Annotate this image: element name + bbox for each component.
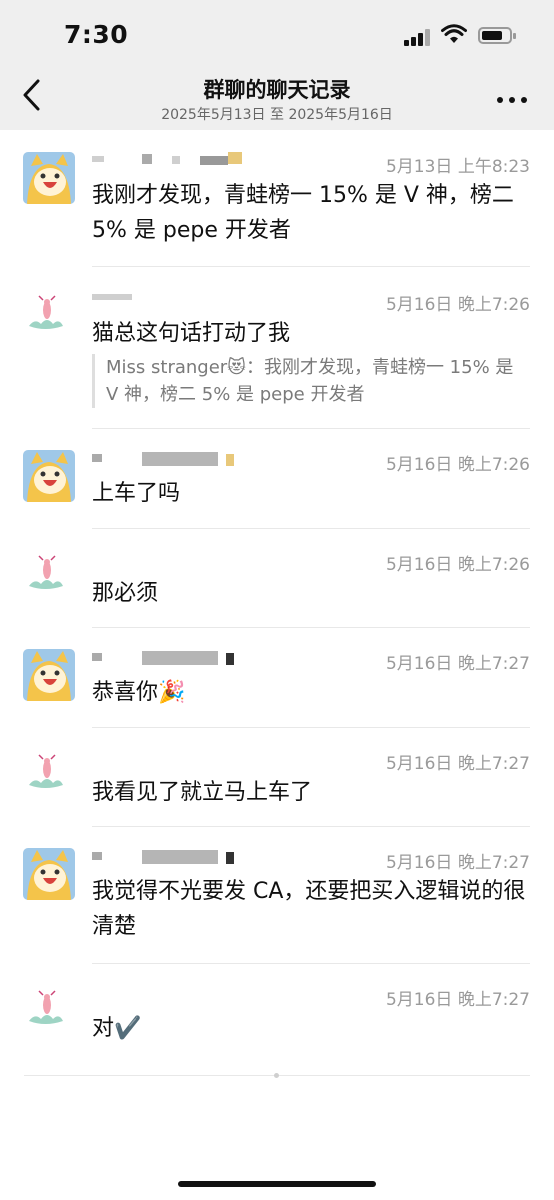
shrimp-cloud-avatar[interactable] [25, 989, 65, 1029]
message-item[interactable]: 5月16日 晚上7:26 上车了吗 [0, 446, 554, 526]
message-item[interactable]: 5月16日 晚上7:26 那必须 [0, 546, 554, 626]
chevron-left-icon [23, 79, 40, 111]
message-timestamp: 5月13日 上午8:23 [385, 157, 530, 177]
message-text: 我看见了就立马上车了 [92, 780, 313, 805]
cartoon-cat-avatar[interactable] [23, 848, 75, 900]
more-button[interactable] [495, 94, 529, 106]
status-bar: 7:30 [0, 0, 554, 72]
message-timestamp: 5月16日 晚上7:26 [385, 295, 530, 315]
shrimp-cloud-avatar[interactable] [25, 753, 65, 793]
battery-icon [478, 27, 516, 44]
shrimp-cloud-avatar[interactable] [25, 294, 65, 334]
message-text: 我觉得不光要发 CA，还要把买入逻辑说的很清楚 [92, 879, 526, 939]
message-timestamp: 5月16日 晚上7:27 [385, 654, 530, 674]
sender-name-redacted [92, 649, 252, 665]
end-marker [274, 1073, 279, 1078]
back-button[interactable] [20, 78, 60, 122]
message-text: 上车了吗 [92, 481, 181, 506]
more-dots-icon [497, 97, 503, 103]
message-item[interactable]: 5月16日 晚上7:27 我看见了就立马上车了 [0, 745, 554, 825]
message-item[interactable]: 5月13日 上午8:23 我刚才发现，青蛙榜一 15% 是 V 神，榜二 5% … [0, 148, 554, 268]
signal-icon [404, 28, 434, 46]
quoted-message[interactable]: Miss stranger😻：我刚才发现，青蛙榜一 15% 是 V 神，榜二 5… [92, 354, 522, 408]
sender-name-redacted [92, 290, 252, 304]
nav-bar: 群聊的聊天记录 2025年5月13日 至 2025年5月16日 [0, 72, 554, 130]
message-text: 猫总这句话打动了我 [92, 321, 291, 346]
home-indicator[interactable] [178, 1181, 376, 1187]
divider [92, 266, 530, 267]
status-time: 7:30 [64, 20, 129, 49]
divider [92, 826, 530, 827]
message-text: 恭喜你🎉 [92, 680, 186, 705]
divider [92, 627, 530, 628]
cartoon-cat-avatar[interactable] [23, 152, 75, 204]
shrimp-cloud-avatar[interactable] [25, 554, 65, 594]
message-text: 那必须 [92, 581, 159, 606]
cartoon-cat-avatar[interactable] [23, 649, 75, 701]
message-timestamp: 5月16日 晚上7:27 [385, 990, 530, 1010]
divider [92, 963, 530, 964]
message-text: 我刚才发现，青蛙榜一 15% 是 V 神，榜二 5% 是 pepe 开发者 [92, 183, 514, 243]
divider [92, 428, 530, 429]
sender-name-redacted [92, 450, 252, 466]
page-title: 群聊的聊天记录 [203, 78, 351, 102]
message-timestamp: 5月16日 晚上7:27 [385, 853, 530, 873]
message-timestamp: 5月16日 晚上7:26 [385, 455, 530, 475]
message-item[interactable]: 5月16日 晚上7:27 对✔️ [0, 981, 554, 1061]
message-timestamp: 5月16日 晚上7:26 [385, 555, 530, 575]
divider [92, 528, 530, 529]
message-item[interactable]: 5月16日 晚上7:27 我觉得不光要发 CA，还要把买入逻辑说的很清楚 [0, 844, 554, 964]
message-item[interactable]: 5月16日 晚上7:27 恭喜你🎉 [0, 645, 554, 725]
message-item[interactable]: 5月16日 晚上7:26 猫总这句话打动了我 Miss stranger😻：我刚… [0, 286, 554, 426]
divider [92, 727, 530, 728]
wifi-icon [441, 24, 467, 43]
sender-name-redacted [92, 848, 252, 864]
date-range-subtitle: 2025年5月13日 至 2025年5月16日 [161, 107, 393, 123]
message-text: 对✔️ [92, 1016, 142, 1041]
sender-name-redacted [92, 152, 252, 166]
message-timestamp: 5月16日 晚上7:27 [385, 754, 530, 774]
cartoon-cat-avatar[interactable] [23, 450, 75, 502]
